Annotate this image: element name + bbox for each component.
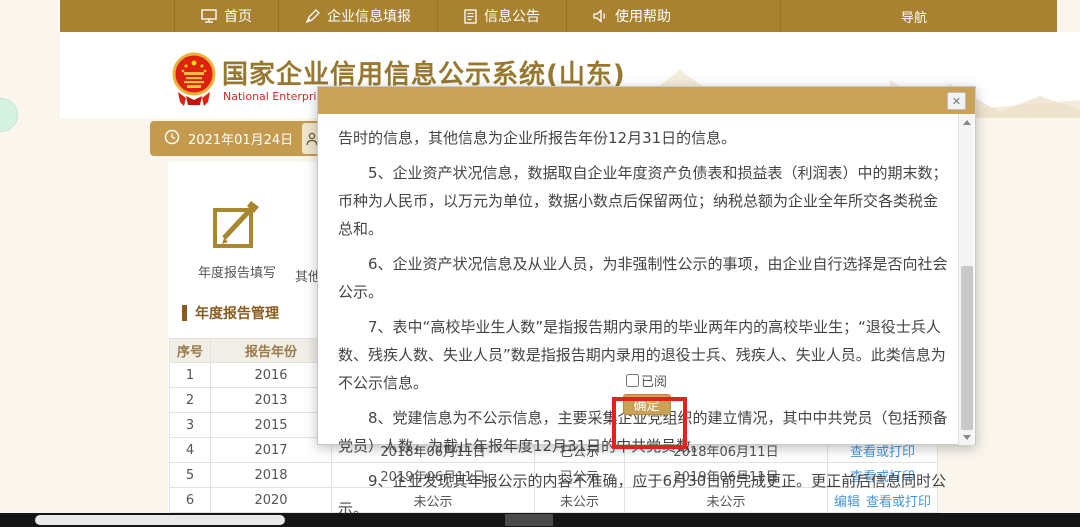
- pen-icon: [305, 9, 320, 24]
- clock-icon: [164, 129, 180, 149]
- cell-year: 2015: [211, 413, 332, 437]
- section-header: 年度报告管理: [182, 303, 279, 323]
- national-emblem-logo: [172, 50, 216, 112]
- modal-paragraph: 5、企业资产状况信息，数据取自企业年度资产负债表和损益表（利润表）中的期末数；币…: [338, 159, 950, 243]
- top-navbar: 首页 企业信息填报 信息公告 使用帮助 导航: [60, 0, 1057, 32]
- nav-item-label: 企业信息填报: [327, 6, 411, 26]
- cell-no: 1: [170, 363, 211, 387]
- cell-year: 2016: [211, 363, 332, 387]
- cell-year: 2017: [211, 438, 332, 462]
- cell-no: 6: [170, 488, 211, 512]
- scroll-down-icon[interactable]: [961, 431, 973, 443]
- notice-modal: ✕ 告时的信息，其他信息为企业所报告年份12月31日的信息。 5、企业资产状况信…: [317, 86, 976, 445]
- cell-no: 2: [170, 388, 211, 412]
- modal-paragraph: 6、企业资产状况信息及从业人员，为非强制性公示的事项，由企业自行选择是否向社会公…: [338, 250, 950, 306]
- horizontal-scrollbar[interactable]: [0, 513, 1080, 527]
- nav-item-label: 使用帮助: [615, 6, 671, 26]
- confirm-button[interactable]: 确定: [623, 394, 671, 415]
- nav-right-label: 导航: [901, 7, 927, 26]
- close-icon[interactable]: ✕: [947, 92, 966, 110]
- document-icon: [464, 9, 477, 24]
- nav-item-announcements[interactable]: 信息公告: [437, 0, 566, 32]
- scrollbar-segment: [505, 514, 553, 526]
- side-decoration-circle: [0, 98, 18, 132]
- confirm-area: 已阅 确定: [318, 371, 975, 415]
- nav-item-enterprise-filing[interactable]: 企业信息填报: [278, 0, 437, 32]
- modal-scrollbar[interactable]: [958, 114, 974, 445]
- read-checkbox-row: 已阅: [626, 371, 667, 390]
- section-title: 年度报告管理: [195, 303, 279, 323]
- date-bar: 2021年01月24日: [150, 121, 322, 156]
- scrollbar-thumb[interactable]: [35, 515, 285, 525]
- read-checkbox-label: 已阅: [641, 371, 667, 390]
- nav-item-help[interactable]: 使用帮助: [566, 0, 697, 32]
- cell-no: 4: [170, 438, 211, 462]
- read-checkbox[interactable]: [626, 374, 639, 387]
- current-date: 2021年01月24日: [188, 129, 293, 148]
- nav-item-home[interactable]: 首页: [174, 0, 278, 32]
- cell-year: 2018: [211, 463, 332, 487]
- cell-year: 2013: [211, 388, 332, 412]
- cell-no: 5: [170, 463, 211, 487]
- modal-paragraph: 告时的信息，其他信息为企业所报告年份12月31日的信息。: [338, 124, 950, 152]
- site-subtitle: National Enterprise: [223, 90, 329, 103]
- annual-report-edit-icon[interactable]: [212, 198, 262, 256]
- col-header-no: 序号: [170, 339, 211, 362]
- cell-year: 2020: [211, 488, 332, 512]
- scrollbar-thumb[interactable]: [961, 266, 973, 430]
- scroll-up-icon[interactable]: [961, 116, 973, 128]
- annual-report-fill-label[interactable]: 年度报告填写: [174, 262, 300, 281]
- nav-item-navigation[interactable]: 导航: [780, 0, 1057, 32]
- nav-spacer: [60, 0, 174, 32]
- cell-no: 3: [170, 413, 211, 437]
- col-header-year: 报告年份: [211, 339, 332, 362]
- section-accent-bar: [182, 305, 187, 321]
- speaker-icon: [593, 9, 608, 23]
- modal-header: [318, 87, 975, 114]
- nav-item-label: 信息公告: [484, 6, 540, 26]
- nav-item-label: 首页: [224, 6, 252, 26]
- monitor-icon: [201, 9, 217, 23]
